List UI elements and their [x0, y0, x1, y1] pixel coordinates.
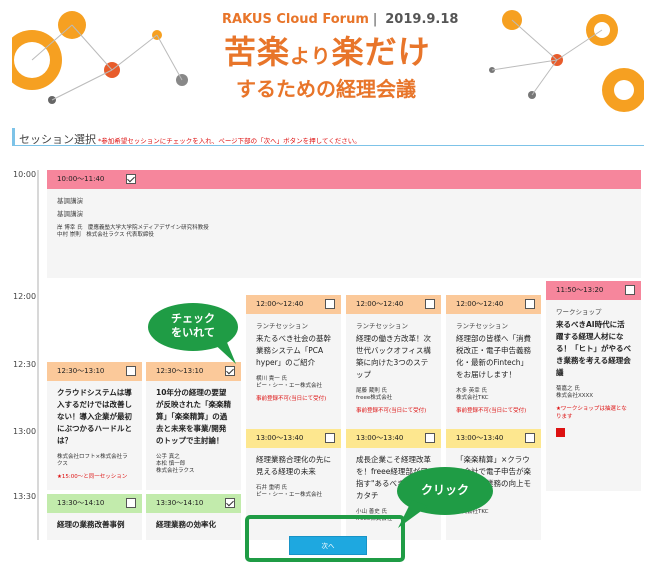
session-speaker: 公手 真之	[156, 454, 180, 460]
session-title: 10年分の経理の要望が反映された「楽楽精算」「楽楽精算」の過去と未来を事業/開発…	[156, 388, 231, 445]
time-label: 10:00	[13, 170, 37, 179]
session-header: 12:00～12:40	[346, 295, 441, 314]
session-warning: 事前登録不可(当日にて受付)	[256, 396, 327, 402]
callout-pointer-icon	[210, 340, 236, 364]
session-category: ランチセッション	[356, 322, 408, 330]
session-speaker: 木多 英幸 氏	[456, 388, 487, 394]
session-speaker: 岸 博幸 氏 慶應義塾大学大学院メディアデザイン研究科教授	[57, 225, 209, 231]
banner-subtitle: するための経理会議	[236, 77, 416, 101]
session-title: 経理部の皆様へ「消費税改正・電子申告義務化・最新のFintech」をお届けします…	[456, 334, 531, 379]
session-card: 13:30～14:10 経理の業務改善事例	[47, 494, 142, 540]
session-speaker: 尾藤 蔵則 氏	[356, 388, 387, 394]
session-card: 12:00～12:40 ランチセッション 経理部の皆様へ「消費税改正・電子申告義…	[446, 295, 541, 435]
session-speaker: 本松 慎一郎	[156, 461, 186, 467]
session-time: 10:00～11:40	[57, 175, 105, 183]
session-card: 12:00～12:40 ランチセッション 経理の働き方改革！次世代バックオフィス…	[346, 295, 441, 435]
session-time: 12:00～12:40	[356, 300, 404, 308]
session-header: 12:00～12:40	[446, 295, 541, 314]
session-checkbox[interactable]	[325, 299, 335, 309]
section-header: セッション選択 *参加希望セッションにチェックを入れ、ページ下部の「次へ」ボタンを…	[12, 128, 644, 146]
session-speaker: 株式会社ロフト×株式会社ラクス	[57, 454, 128, 467]
session-title: 経理業務の効率化	[156, 520, 216, 529]
session-checkbox[interactable]	[525, 299, 535, 309]
banner-title: 苦楽より楽だけ	[224, 33, 431, 71]
session-checkbox[interactable]	[425, 299, 435, 309]
session-card: 13:30～14:10 経理業務の効率化	[146, 494, 241, 540]
session-header: 13:00～13:40	[246, 429, 341, 448]
session-checkbox[interactable]	[425, 433, 435, 443]
session-speaker: 株式会社TKC	[456, 395, 489, 401]
session-title: 来たるべき社会の基幹業務システム「PCA hyper」のご紹介	[256, 334, 331, 367]
session-time: 13:30～14:10	[156, 499, 204, 507]
event-banner: RAKUS Cloud Forum | 2019.9.18 苦楽より楽だけ するため…	[12, 0, 644, 112]
next-button[interactable]: 次へ	[289, 536, 367, 555]
session-checkbox[interactable]	[325, 433, 335, 443]
session-speaker: 菊嘉之 氏	[556, 386, 580, 392]
session-category: ワークショップ	[556, 308, 602, 316]
session-category: ランチセッション	[256, 322, 308, 330]
session-speaker: freee株式会社	[356, 395, 393, 401]
session-title: クラウドシステムは導入するだけでは改善しない！導入企業が最初にぶつかるハードルと…	[57, 388, 132, 445]
session-title: 経理の働き方改革！次世代バックオフィス構築に向けた3つのステップ	[356, 334, 431, 379]
session-warning: 事前登録不可(当日にて受付)	[356, 408, 427, 414]
session-header: 13:30～14:10	[47, 494, 142, 513]
session-time: 13:00～13:40	[356, 434, 404, 442]
session-title: 来るべきAI時代に活躍する経理人材になる！「ヒト」がやるべき業務を考える経理会議	[556, 320, 631, 377]
session-speaker: ピー・シー・エー株式会社	[256, 383, 323, 389]
session-time: 13:00～13:40	[456, 434, 504, 442]
session-speaker: 中村 崇則 株式会社ラクス 代表取締役	[57, 232, 154, 238]
session-checkbox[interactable]	[126, 174, 136, 184]
session-speaker: 石井 重明 氏	[256, 485, 287, 491]
session-card: 11:50～13:20 ワークショップ 来るべきAI時代に活躍する経理人材になる…	[546, 281, 641, 491]
session-time: 13:30～14:10	[57, 499, 105, 507]
session-timetable: 10:00 12:00 12:30 13:00 13:30 10:00～11:4…	[0, 160, 657, 540]
session-warning: ★15:00～と同一セッション	[57, 474, 128, 480]
session-header: 11:50～13:20	[546, 281, 641, 300]
session-header: 13:30～14:10	[146, 494, 241, 513]
session-checkbox[interactable]	[225, 498, 235, 508]
time-label: 13:30	[13, 492, 37, 501]
time-label: 13:00	[13, 427, 37, 436]
timeline-line	[37, 170, 39, 540]
section-title: セッション選択	[19, 133, 96, 146]
session-time: 12:00～12:40	[456, 300, 504, 308]
session-checkbox[interactable]	[126, 366, 136, 376]
session-time: 12:30～13:10	[156, 367, 204, 375]
session-checkbox[interactable]	[525, 433, 535, 443]
session-card: 12:00～12:40 ランチセッション 来たるべき社会の基幹業務システム「PC…	[246, 295, 341, 435]
session-header: 13:00～13:40	[446, 429, 541, 448]
session-time: 11:50～13:20	[556, 286, 604, 294]
session-time: 12:00～12:40	[256, 300, 304, 308]
session-header: 10:00～11:40	[47, 170, 641, 189]
session-card: 10:00～11:40 基調講演 基調講演 岸 博幸 氏 慶應義塾大学大学院メデ…	[47, 170, 641, 278]
session-speaker: ピー・シー・エー株式会社	[256, 492, 323, 498]
brand-name: RAKUS Cloud Forum	[222, 12, 369, 27]
company-logo-icon	[556, 428, 565, 437]
session-warning: ★ワークショップは抽選となります	[556, 406, 627, 420]
session-speaker: 株式会社ラクス	[156, 468, 195, 474]
session-warning: 事前登録不可(当日にて受付)	[456, 408, 527, 414]
session-checkbox[interactable]	[126, 498, 136, 508]
time-label: 12:00	[13, 292, 37, 301]
session-card: 12:30～13:10 10年分の経理の要望が反映された「楽楽精算」「楽楽精算」…	[146, 362, 241, 490]
time-label: 12:30	[13, 360, 37, 369]
session-title: 経理の業務改善事例	[57, 520, 125, 529]
session-checkbox[interactable]	[625, 285, 635, 295]
section-note: *参加希望セッションにチェックを入れ、ページ下部の「次へ」ボタンを押してください…	[98, 137, 361, 145]
session-header: 12:30～13:10	[47, 362, 142, 381]
session-header: 12:00～12:40	[246, 295, 341, 314]
session-speaker: 株式会社XXXX	[556, 393, 594, 399]
session-header: 13:00～13:40	[346, 429, 441, 448]
session-category: ランチセッション	[456, 322, 508, 330]
session-time: 13:00～13:40	[256, 434, 304, 442]
session-title: 基調講演	[57, 210, 83, 218]
session-speaker: 横川 貴一 氏	[256, 376, 287, 382]
session-category: 基調講演	[57, 197, 83, 205]
session-title: 経理業務合理化の先に見える経理の未来	[256, 455, 331, 476]
session-time: 12:30～13:10	[57, 367, 105, 375]
session-card: 12:30～13:10 クラウドシステムは導入するだけでは改善しない！導入企業が…	[47, 362, 142, 490]
brand-line: RAKUS Cloud Forum | 2019.9.18	[222, 12, 459, 27]
event-date: 2019.9.18	[385, 12, 459, 27]
